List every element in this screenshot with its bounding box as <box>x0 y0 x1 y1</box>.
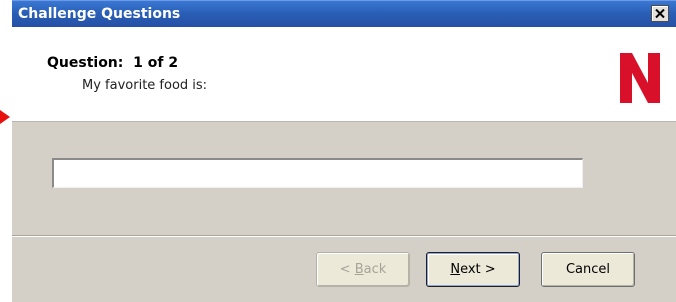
novell-logo-icon <box>620 53 660 103</box>
header-panel: Question: 1 of 2 My favorite food is: <box>12 27 676 122</box>
window-title: Challenge Questions <box>18 6 181 22</box>
body-panel <box>12 122 676 234</box>
back-prefix: < <box>339 262 355 277</box>
screen: Challenge Questions Question: 1 of 2 My … <box>0 0 676 302</box>
close-button[interactable] <box>651 5 669 22</box>
cancel-button[interactable]: Cancel <box>541 252 635 287</box>
question-counter: Question: 1 of 2 <box>47 55 179 71</box>
title-bar[interactable]: Challenge Questions <box>12 0 676 28</box>
back-rest: ack <box>363 262 387 277</box>
pointer-arrow-icon <box>0 110 10 124</box>
next-mnemonic: N <box>450 262 461 277</box>
answer-input[interactable] <box>52 158 583 188</box>
question-text: My favorite food is: <box>82 78 208 93</box>
next-button[interactable]: Next > <box>426 252 520 287</box>
next-rest: ext > <box>460 262 496 277</box>
close-icon <box>655 9 665 18</box>
button-separator <box>12 235 676 237</box>
challenge-questions-dialog: Challenge Questions Question: 1 of 2 My … <box>12 0 676 302</box>
back-button[interactable]: < Back <box>316 252 410 287</box>
back-mnemonic: B <box>354 262 364 277</box>
